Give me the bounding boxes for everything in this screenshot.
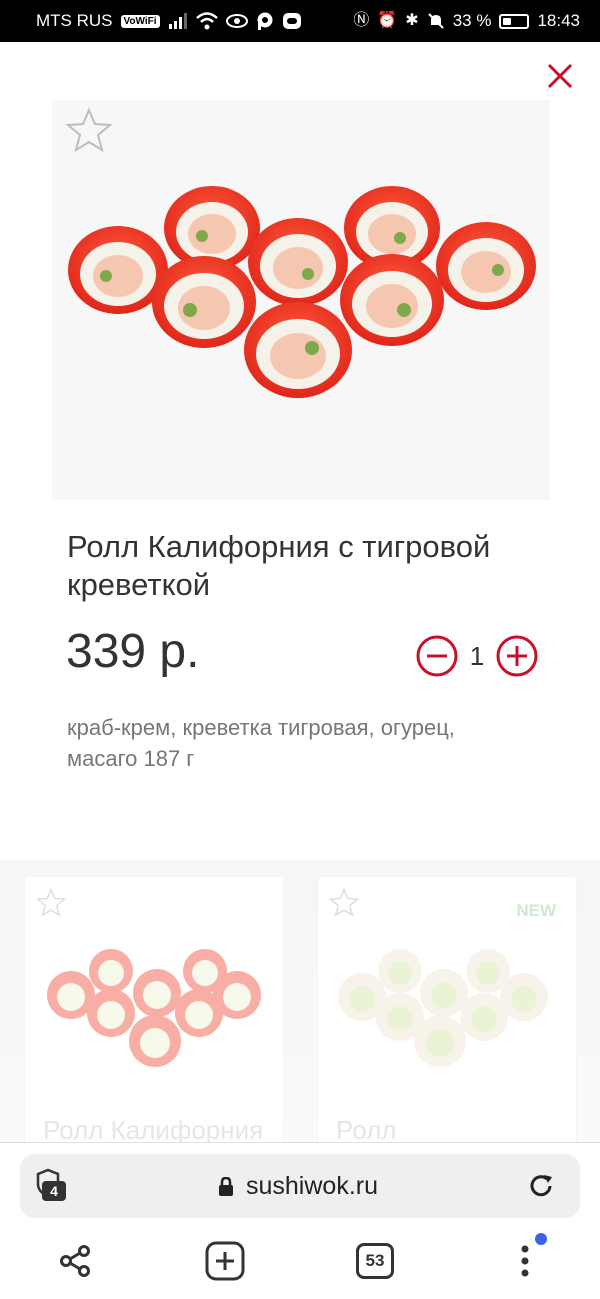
url-text: sushiwok.ru bbox=[246, 1172, 378, 1200]
signal-icon bbox=[168, 13, 187, 29]
app-icon bbox=[282, 13, 301, 29]
browser-bar: 4 sushiwok.ru 53 bbox=[0, 1142, 600, 1299]
status-bar: MTS RUS VoWiFi Ⓝ ⏰ ✱ 33 % 18:43 bbox=[0, 0, 600, 42]
shield-count: 4 bbox=[42, 1181, 66, 1201]
more-vert-icon bbox=[521, 1245, 529, 1277]
battery-percent: 33 % bbox=[452, 11, 492, 30]
recommendation-title: Ролл Калифорния bbox=[43, 1115, 264, 1142]
lock-icon bbox=[219, 1176, 233, 1196]
clock: 18:43 bbox=[537, 11, 580, 30]
recommendation-photo bbox=[338, 949, 548, 1067]
share-icon bbox=[60, 1245, 90, 1277]
browser-nav: 53 bbox=[0, 1231, 600, 1291]
quantity-value: 1 bbox=[469, 640, 485, 671]
url-display[interactable]: sushiwok.ru bbox=[218, 1172, 378, 1201]
battery-icon bbox=[499, 13, 530, 29]
bluetooth-icon: ✱ bbox=[405, 12, 419, 29]
recommendations: Ролл Калифорния NEW Ролл bbox=[0, 860, 600, 1142]
wifi-icon bbox=[195, 12, 218, 30]
chat-icon bbox=[257, 12, 273, 30]
minus-circle-icon[interactable] bbox=[415, 634, 459, 678]
address-bar[interactable]: 4 sushiwok.ru bbox=[20, 1154, 580, 1218]
menu-button[interactable] bbox=[503, 1233, 547, 1283]
favorite-star-icon[interactable] bbox=[64, 106, 114, 156]
star-outline-icon[interactable] bbox=[328, 887, 360, 919]
star-outline-icon[interactable] bbox=[35, 887, 67, 919]
product-price: 339 р. bbox=[66, 625, 200, 678]
recommendation-title: Ролл bbox=[336, 1115, 397, 1142]
reload-icon[interactable] bbox=[526, 1171, 556, 1201]
eye-icon bbox=[225, 14, 248, 28]
nfc-icon: Ⓝ bbox=[353, 12, 370, 29]
vowifi-badge: VoWiFi bbox=[120, 14, 160, 28]
recommendation-card[interactable]: Ролл Калифорния bbox=[24, 876, 284, 1142]
close-button[interactable] bbox=[538, 54, 582, 98]
close-icon bbox=[547, 63, 573, 89]
add-tab-button[interactable] bbox=[203, 1239, 247, 1283]
alarm-icon: ⏰ bbox=[377, 12, 398, 29]
plus-circle-icon[interactable] bbox=[495, 634, 539, 678]
mute-icon bbox=[427, 13, 444, 29]
recommendation-card[interactable]: NEW Ролл bbox=[317, 876, 577, 1142]
quantity-stepper: 1 bbox=[415, 634, 539, 678]
tabs-button[interactable]: 53 bbox=[353, 1239, 397, 1283]
battery-fill bbox=[503, 17, 511, 25]
share-button[interactable] bbox=[53, 1239, 97, 1283]
product-photo bbox=[68, 186, 536, 398]
new-badge: NEW bbox=[516, 901, 556, 920]
tabs-icon: 53 bbox=[356, 1243, 394, 1279]
product-title: Ролл Калифорния с тигровой креветкой bbox=[67, 529, 491, 602]
recommendation-photo bbox=[47, 949, 261, 1067]
product-description: краб-крем, креветка тигровая, огурец, ма… bbox=[67, 715, 455, 771]
notification-dot bbox=[535, 1233, 547, 1245]
add-box-icon bbox=[205, 1241, 245, 1281]
carrier-label: MTS RUS bbox=[36, 11, 113, 30]
